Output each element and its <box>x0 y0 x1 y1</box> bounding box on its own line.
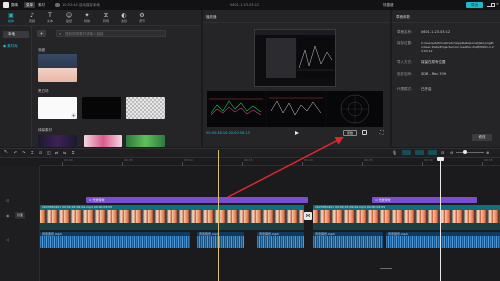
annotation-arrow <box>227 137 344 198</box>
